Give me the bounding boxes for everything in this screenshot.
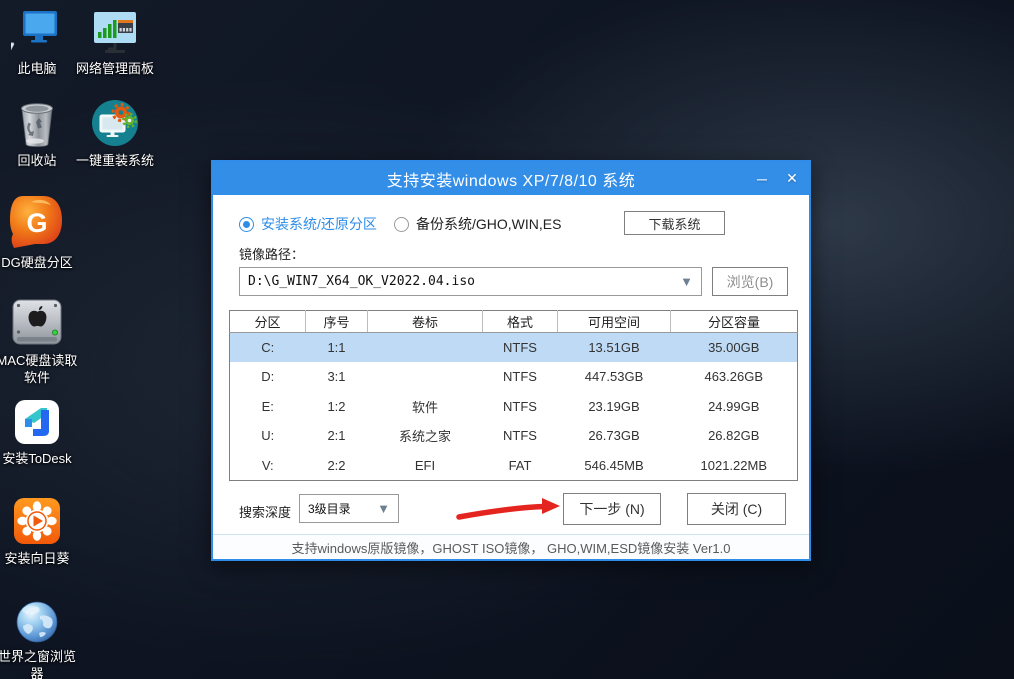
mac-disk-reader-icon <box>0 296 81 348</box>
table-cell: NTFS <box>483 421 558 451</box>
dialog-titlebar: 支持安装windows XP/7/8/10 系统 <box>213 162 809 195</box>
network-panel-icon <box>71 8 159 56</box>
table-cell: 3:1 <box>306 362 368 392</box>
partition-row[interactable]: U:2:1系统之家NTFS26.73GB26.82GB <box>230 421 798 451</box>
table-cell: FAT <box>483 451 558 481</box>
recycle-bin-icon <box>0 100 81 148</box>
desktop-icon-label: 回收站 <box>0 152 81 169</box>
desktop-icon-mac-disk-reader[interactable]: MAC硬盘读取软件 <box>0 296 81 386</box>
one-key-reinstall-icon <box>71 100 159 148</box>
radio-backup-system[interactable]: 备份系统/GHO,WIN,ES <box>394 214 561 234</box>
table-cell: NTFS <box>483 392 558 422</box>
table-cell: 1:1 <box>306 333 368 363</box>
browse-button[interactable]: 浏览(B) <box>712 267 788 296</box>
column-header[interactable]: 格式 <box>483 311 558 333</box>
radio-label: 安装系统/还原分区 <box>261 214 377 234</box>
globe-icon <box>0 596 81 644</box>
radio-selected-icon <box>239 217 254 232</box>
column-header[interactable]: 分区 <box>230 311 306 333</box>
chevron-down-icon[interactable]: ▼ <box>680 274 693 289</box>
radio-install-system[interactable]: 安装系统/还原分区 <box>239 214 377 234</box>
partition-table-wrap: 分区序号卷标格式可用空间分区容量 C:1:1NTFS13.51GB35.00GB… <box>229 310 797 480</box>
chevron-down-icon[interactable]: ▼ <box>377 501 390 516</box>
table-cell <box>368 333 483 363</box>
table-cell: NTFS <box>483 333 558 363</box>
column-header[interactable]: 序号 <box>306 311 368 333</box>
search-depth-label: 搜索深度 <box>239 502 291 521</box>
image-path-combobox[interactable]: D:\G_WIN7_X64_OK_V2022.04.iso ▼ <box>239 267 702 296</box>
table-cell: 24.99GB <box>671 392 798 422</box>
desktop-icon-recycle-bin[interactable]: 回收站 <box>0 100 81 169</box>
desktop-icon-label: 世界之窗浏览器 <box>0 648 81 679</box>
table-cell: NTFS <box>483 362 558 392</box>
table-cell: 447.53GB <box>558 362 671 392</box>
svg-text:G: G <box>26 208 47 238</box>
search-depth-value: 3级目录 <box>308 500 377 517</box>
table-cell: 546.45MB <box>558 451 671 481</box>
table-header-row: 分区序号卷标格式可用空间分区容量 <box>230 311 798 333</box>
desktop-icon-this-pc[interactable]: 此电脑 <box>0 8 81 77</box>
table-cell: C: <box>230 333 306 363</box>
table-cell: 系统之家 <box>368 421 483 451</box>
table-cell: 13.51GB <box>558 333 671 363</box>
partition-row[interactable]: E:1:2软件NTFS23.19GB24.99GB <box>230 392 798 422</box>
dialog-footer: 支持windows原版镜像，GHOST ISO镜像， GHO,WIM,ESD镜像… <box>213 534 809 559</box>
desktop-icon-dg-partition[interactable]: G DG硬盘分区 <box>0 194 81 271</box>
table-cell: U: <box>230 421 306 451</box>
column-header[interactable]: 卷标 <box>368 311 483 333</box>
desktop-icon-network-panel[interactable]: 网络管理面板 <box>71 8 159 77</box>
radio-label: 备份系统/GHO,WIN,ES <box>416 214 561 234</box>
desktop: { "desktop": { "icons": [ { "id": "this-… <box>0 0 1014 679</box>
download-system-button[interactable]: 下载系统 <box>624 211 725 235</box>
next-step-button[interactable]: 下一步 (N) <box>563 493 661 525</box>
table-cell: 1021.22MB <box>671 451 798 481</box>
footer-text: 支持windows原版镜像，GHOST ISO镜像， GHO,WIM,ESD镜像… <box>292 538 731 557</box>
desktop-icon-label: 网络管理面板 <box>71 60 159 77</box>
desktop-icon-label: 此电脑 <box>0 60 81 77</box>
table-cell: 26.73GB <box>558 421 671 451</box>
table-cell: E: <box>230 392 306 422</box>
partition-row[interactable]: C:1:1 NTFS13.51GB35.00GB <box>230 333 798 363</box>
desktop-icon-install-sunflower[interactable]: 安装向日葵 <box>0 494 81 567</box>
this-pc-icon <box>0 8 81 56</box>
table-cell: 1:2 <box>306 392 368 422</box>
table-cell: 26.82GB <box>671 421 798 451</box>
column-header[interactable]: 可用空间 <box>558 311 671 333</box>
dg-partition-icon: G <box>0 194 81 250</box>
table-cell: V: <box>230 451 306 481</box>
sunflower-icon <box>0 494 81 546</box>
radio-unselected-icon <box>394 217 409 232</box>
close-icon[interactable]: ✕ <box>777 162 807 195</box>
desktop-icon-label: 安装ToDesk <box>0 450 81 467</box>
table-cell: 463.26GB <box>671 362 798 392</box>
partition-table[interactable]: 分区序号卷标格式可用空间分区容量 C:1:1NTFS13.51GB35.00GB… <box>229 310 798 481</box>
desktop-icon-world-window-browser[interactable]: 世界之窗浏览器 <box>0 596 81 679</box>
desktop-icon-label: 一键重装系统 <box>71 152 159 169</box>
install-dialog: 支持安装windows XP/7/8/10 系统 ─ ✕ 安装系统/还原分区 备… <box>211 160 811 561</box>
column-header[interactable]: 分区容量 <box>671 311 798 333</box>
table-cell: 软件 <box>368 392 483 422</box>
table-cell: 23.19GB <box>558 392 671 422</box>
table-cell: 2:1 <box>306 421 368 451</box>
red-pointer-arrow <box>452 492 572 526</box>
desktop-icon-install-todesk[interactable]: 安装ToDesk <box>0 398 81 467</box>
table-cell: D: <box>230 362 306 392</box>
image-path-label: 镜像路径： <box>239 244 304 263</box>
desktop-icon-one-key-reinstall[interactable]: 一键重装系统 <box>71 100 159 169</box>
dialog-title: 支持安装windows XP/7/8/10 系统 <box>387 167 636 191</box>
minimize-button[interactable]: ─ <box>747 162 777 195</box>
desktop-icon-label: DG硬盘分区 <box>0 254 81 271</box>
partition-row[interactable]: V:2:2EFIFAT546.45MB1021.22MB <box>230 451 798 481</box>
table-cell: EFI <box>368 451 483 481</box>
partition-row[interactable]: D:3:1 NTFS447.53GB463.26GB <box>230 362 798 392</box>
table-cell <box>368 362 483 392</box>
close-button[interactable]: 关闭 (C) <box>687 493 786 525</box>
image-path-value: D:\G_WIN7_X64_OK_V2022.04.iso <box>248 274 680 289</box>
table-cell: 35.00GB <box>671 333 798 363</box>
search-depth-combobox[interactable]: 3级目录 ▼ <box>299 494 399 523</box>
desktop-icon-label: MAC硬盘读取软件 <box>0 352 81 386</box>
table-cell: 2:2 <box>306 451 368 481</box>
todesk-icon <box>0 398 81 446</box>
desktop-icon-label: 安装向日葵 <box>0 550 81 567</box>
